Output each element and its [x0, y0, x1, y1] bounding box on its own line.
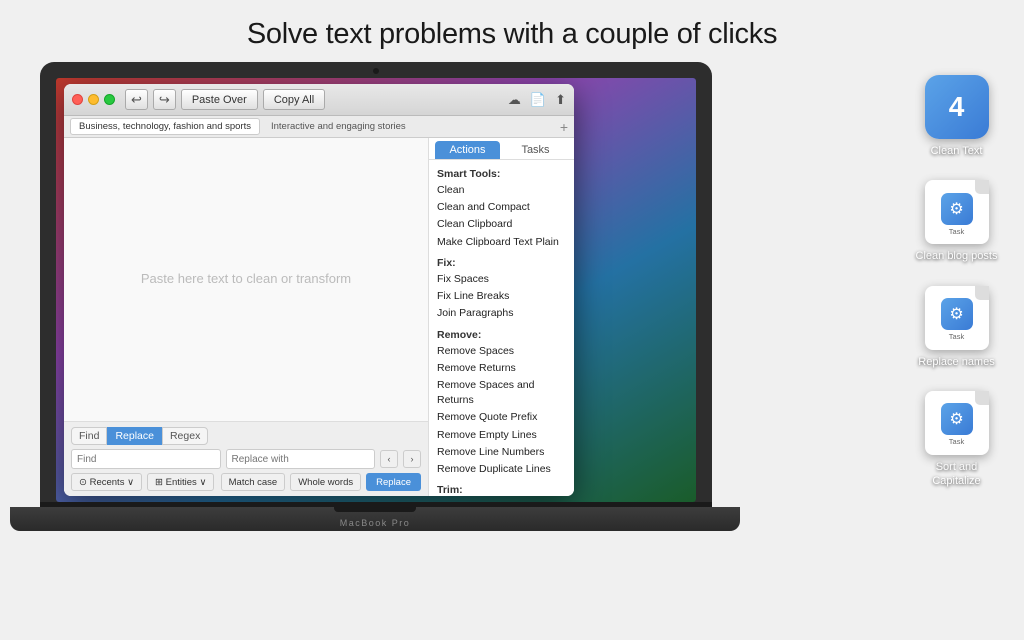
cloud-icon[interactable]: ☁	[508, 92, 521, 108]
traffic-lights	[72, 94, 115, 105]
maximize-button[interactable]	[104, 94, 115, 105]
task-doc-fold-2	[975, 286, 989, 300]
find-replace-bar: Find Replace Regex ‹ › ⊙ R	[64, 421, 428, 496]
panel-item-remove-spaces[interactable]: Remove Spaces	[437, 343, 566, 360]
task-badge-names: ⚙	[941, 298, 973, 330]
panel-item-remove-empty-lines[interactable]: Remove Empty Lines	[437, 427, 566, 444]
clean-text-icon-img: 4	[925, 75, 989, 139]
screen: ↩ ↪ Paste Over Copy All ☁ 📄 ⬆ Business, …	[56, 78, 696, 502]
regex-tab[interactable]: Regex	[162, 427, 208, 445]
match-case-button[interactable]: Match case	[221, 473, 286, 491]
section-smart-tools: Smart Tools: Clean Clean and Compact Cle…	[437, 168, 566, 251]
replace-button[interactable]: Replace	[366, 473, 421, 491]
panel-tabs: Actions Tasks	[429, 138, 574, 160]
desktop-icon-clean-blog[interactable]: ⚙ Task Clean blog posts	[914, 180, 999, 263]
section-title-remove: Remove:	[437, 329, 566, 341]
tab-2[interactable]: Interactive and engaging stories	[263, 118, 414, 135]
recents-button[interactable]: ⊙ Recents ∨	[71, 473, 142, 491]
task-badge-sort: ⚙	[941, 403, 973, 435]
panel-item-remove-duplicate-lines[interactable]: Remove Duplicate Lines	[437, 461, 566, 478]
task-badge-blog: ⚙	[941, 193, 973, 225]
doc-icon[interactable]: 📄	[530, 92, 546, 108]
trackpad-notch	[334, 507, 416, 512]
panel-item-remove-quote-prefix[interactable]: Remove Quote Prefix	[437, 409, 566, 426]
laptop-base: MacBook Pro	[10, 507, 740, 531]
section-trim: Trim: Trim Spaces Trim Empty Lines Trim …	[437, 484, 566, 496]
entities-button[interactable]: ⊞ Entities ∨	[147, 473, 214, 491]
task-text-blog: Task	[949, 227, 964, 236]
desktop-icons: 4 Clean Text ⚙ Task Clean blog posts ⚙ T…	[914, 75, 999, 488]
macbook-label: MacBook Pro	[340, 518, 411, 528]
section-title-fix: Fix:	[437, 257, 566, 269]
desktop-icon-clean-text[interactable]: 4 Clean Text	[914, 75, 999, 158]
add-tab-button[interactable]: +	[560, 119, 568, 135]
minimize-button[interactable]	[88, 94, 99, 105]
panel-item-join-paragraphs[interactable]: Join Paragraphs	[437, 305, 566, 322]
replace-tab[interactable]: Replace	[107, 427, 162, 445]
replace-input[interactable]	[226, 449, 376, 469]
tab-1[interactable]: Business, technology, fashion and sports	[70, 118, 260, 135]
nav-prev[interactable]: ‹	[380, 450, 398, 468]
find-input[interactable]	[71, 449, 221, 469]
find-replace-tabs: Find Replace Regex	[71, 427, 421, 445]
page-header: Solve text problems with a couple of cli…	[0, 0, 1024, 59]
find-options-row: ⊙ Recents ∨ ⊞ Entities ∨ Match case Whol…	[71, 473, 421, 491]
task-doc-fold-3	[975, 391, 989, 405]
clean-text-label: Clean Text	[931, 144, 983, 158]
screen-bezel: ↩ ↪ Paste Over Copy All ☁ 📄 ⬆ Business, …	[40, 62, 712, 502]
copy-all-button[interactable]: Copy All	[263, 89, 325, 110]
panel-item-clean[interactable]: Clean	[437, 182, 566, 199]
undo-button[interactable]: ↩	[125, 89, 148, 110]
task-doc-fold	[975, 180, 989, 194]
panel-content: Smart Tools: Clean Clean and Compact Cle…	[429, 160, 574, 496]
panel-item-remove-spaces-returns[interactable]: Remove Spaces and Returns	[437, 377, 566, 409]
replace-names-icon-img: ⚙ Task	[925, 286, 989, 350]
share-icon[interactable]: ⬆	[555, 92, 566, 108]
nav-next[interactable]: ›	[403, 450, 421, 468]
task-text-sort: Task	[949, 437, 964, 446]
task-text-names: Task	[949, 332, 964, 341]
panel-item-fix-spaces[interactable]: Fix Spaces	[437, 271, 566, 288]
tasks-tab[interactable]: Tasks	[503, 141, 568, 159]
find-replace-inputs: ‹ ›	[71, 449, 421, 469]
desktop-icon-sort-capitalize[interactable]: ⚙ Task Sort and Capitalize	[914, 391, 999, 489]
panel-item-clean-clipboard[interactable]: Clean Clipboard	[437, 216, 566, 233]
editor-placeholder: Paste here text to clean or transform	[141, 268, 351, 290]
section-title-smart-tools: Smart Tools:	[437, 168, 566, 180]
panel-item-clean-compact[interactable]: Clean and Compact	[437, 199, 566, 216]
actions-tab[interactable]: Actions	[435, 141, 500, 159]
section-remove: Remove: Remove Spaces Remove Returns Rem…	[437, 329, 566, 479]
clean-text-icon-char: 4	[949, 91, 965, 123]
close-button[interactable]	[72, 94, 83, 105]
paste-over-button[interactable]: Paste Over	[181, 89, 258, 110]
redo-button[interactable]: ↪	[153, 89, 176, 110]
content-area: Paste here text to clean or transform Fi…	[64, 138, 574, 496]
tab-bar: Business, technology, fashion and sports…	[64, 116, 574, 138]
editor-text-area[interactable]: Paste here text to clean or transform	[64, 138, 428, 421]
section-fix: Fix: Fix Spaces Fix Line Breaks Join Par…	[437, 257, 566, 323]
panel-item-clipboard-plain[interactable]: Make Clipboard Text Plain	[437, 234, 566, 251]
section-title-trim: Trim:	[437, 484, 566, 496]
replace-names-label: Replace names	[918, 355, 994, 369]
header-bold: text problems	[326, 18, 496, 50]
header-text: Solve text problems with a couple of cli…	[247, 18, 777, 50]
sort-capitalize-icon-img: ⚙ Task	[925, 391, 989, 455]
panel-item-remove-line-numbers[interactable]: Remove Line Numbers	[437, 444, 566, 461]
clean-blog-icon-img: ⚙ Task	[925, 180, 989, 244]
app-window: ↩ ↪ Paste Over Copy All ☁ 📄 ⬆ Business, …	[64, 84, 574, 496]
macbook-wrapper: ↩ ↪ Paste Over Copy All ☁ 📄 ⬆ Business, …	[40, 62, 710, 531]
clean-blog-label: Clean blog posts	[916, 249, 998, 263]
sort-capitalize-label: Sort and Capitalize	[914, 460, 999, 489]
title-bar: ↩ ↪ Paste Over Copy All ☁ 📄 ⬆	[64, 84, 574, 116]
right-panel: Actions Tasks Smart Tools: Clean Clean a…	[429, 138, 574, 496]
panel-item-fix-line-breaks[interactable]: Fix Line Breaks	[437, 288, 566, 305]
panel-item-remove-returns[interactable]: Remove Returns	[437, 360, 566, 377]
find-tab[interactable]: Find	[71, 427, 107, 445]
editor-pane: Paste here text to clean or transform Fi…	[64, 138, 429, 496]
whole-words-button[interactable]: Whole words	[290, 473, 361, 491]
desktop-icon-replace-names[interactable]: ⚙ Task Replace names	[914, 286, 999, 369]
camera	[373, 68, 379, 74]
